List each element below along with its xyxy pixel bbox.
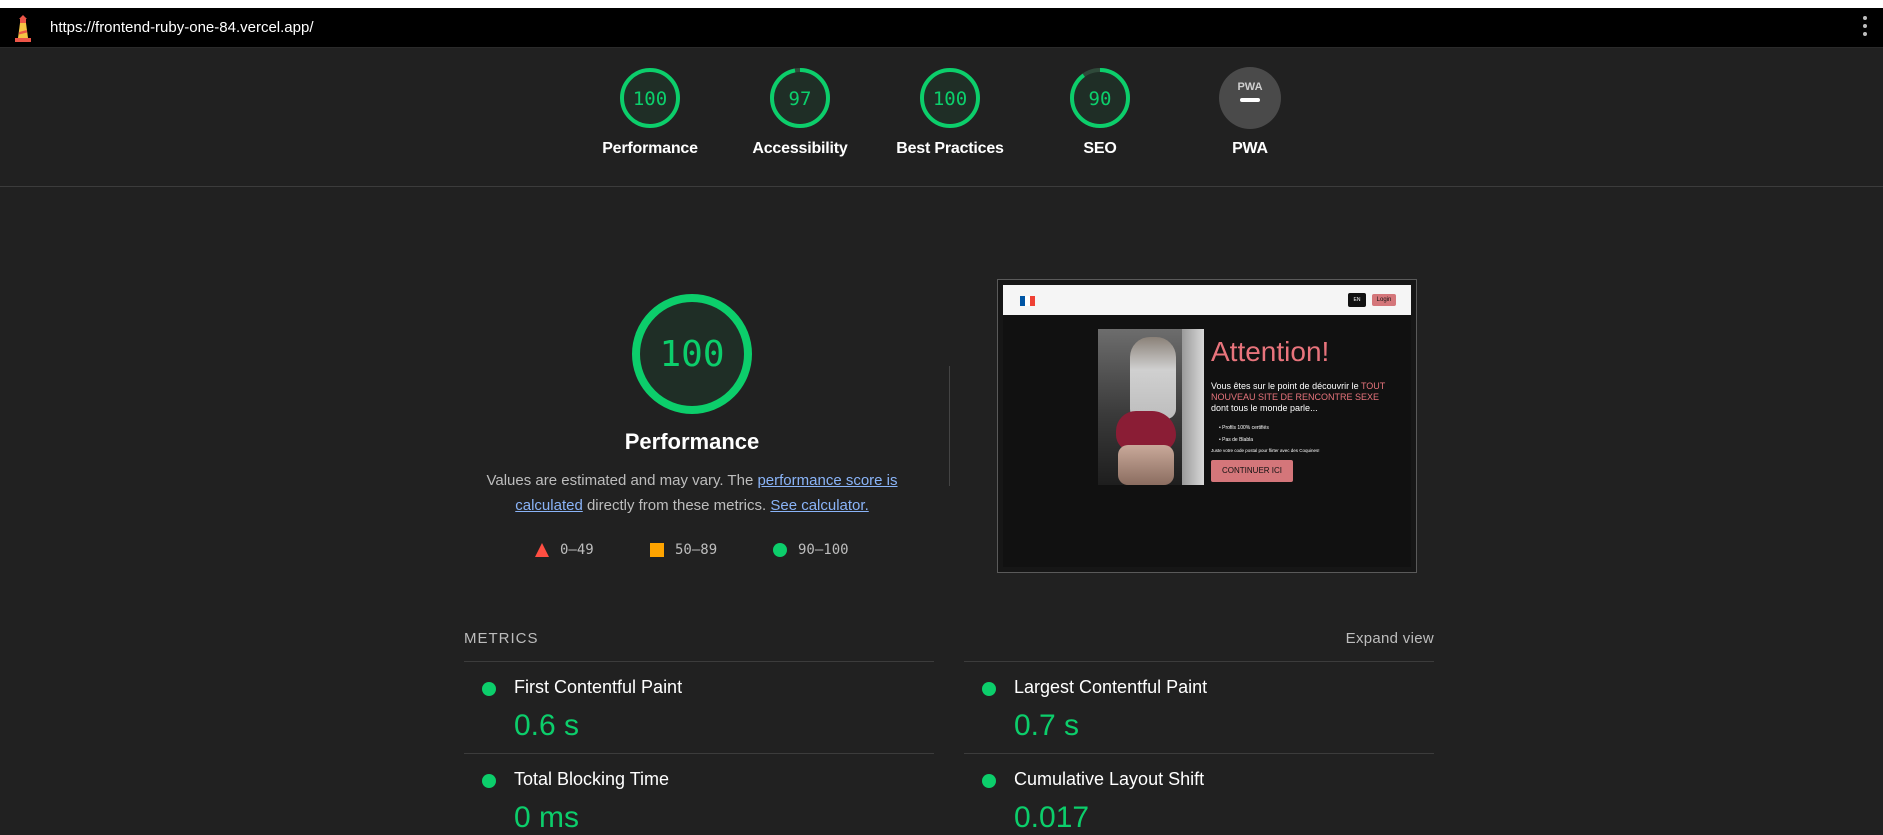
screenshot-small-text: Juste votre code postal pour flirter ave… bbox=[1211, 448, 1320, 453]
svg-text:97: 97 bbox=[789, 88, 812, 110]
legend-pass: 90–100 bbox=[772, 542, 849, 558]
metric-value: 0.7 s bbox=[1014, 709, 1080, 742]
screenshot-bullet: • Profils 100% certifiés bbox=[1219, 425, 1269, 431]
category-summary: 100 Performance 97 Accessibility 100 Bes… bbox=[0, 48, 1883, 187]
pass-circle-icon bbox=[982, 774, 996, 788]
report-topbar: https://frontend-ruby-one-84.vercel.app/ bbox=[0, 8, 1883, 48]
metric-name: Total Blocking Time bbox=[514, 769, 670, 789]
metric-divider bbox=[464, 753, 934, 754]
report-url[interactable]: https://frontend-ruby-one-84.vercel.app/ bbox=[50, 19, 313, 36]
expand-view-toggle[interactable]: Expand view bbox=[1346, 630, 1434, 647]
performance-section: 100 Performance Values are estimated and… bbox=[0, 187, 1883, 587]
metrics-title: METRICS bbox=[464, 630, 539, 647]
legend-average: 50–89 bbox=[649, 542, 717, 558]
svg-text:100: 100 bbox=[659, 334, 724, 375]
performance-description: Values are estimated and may vary. The p… bbox=[486, 472, 898, 514]
metric-divider bbox=[464, 661, 934, 662]
score-gauge-icon: 100 bbox=[620, 68, 680, 128]
screenshot-page: EN Login Attention! Vous êtes sur le poi… bbox=[1003, 285, 1411, 567]
score-gauge-icon: 100 bbox=[920, 68, 980, 128]
gauge-accessibility[interactable]: 97 Accessibility bbox=[730, 66, 870, 158]
pass-circle-icon bbox=[482, 774, 496, 788]
metrics-header: METRICS Expand view bbox=[464, 630, 1434, 650]
gauge-label: SEO bbox=[1083, 140, 1117, 157]
pass-circle-icon bbox=[982, 682, 996, 696]
screenshot-language-button: EN bbox=[1348, 293, 1366, 307]
gauge-label: Best Practices bbox=[896, 140, 1004, 157]
screenshot-login-button: Login bbox=[1372, 294, 1396, 306]
gauge-best-practices[interactable]: 100 Best Practices bbox=[880, 66, 1020, 158]
performance-score-gauge: 100 bbox=[632, 294, 752, 414]
score-gauge-icon: 90 bbox=[1070, 68, 1130, 128]
score-gauge-icon: 97 bbox=[770, 68, 830, 128]
pass-circle-icon bbox=[482, 682, 496, 696]
svg-text:PWA: PWA bbox=[1237, 81, 1262, 93]
gauge-label: PWA bbox=[1232, 140, 1268, 157]
gauge-pwa[interactable]: PWA PWA bbox=[1180, 66, 1320, 158]
svg-text:90: 90 bbox=[1089, 88, 1112, 110]
pwa-badge-icon: PWA bbox=[1219, 67, 1281, 129]
legend-fail: 0–49 bbox=[534, 542, 594, 558]
gauge-label: Performance bbox=[602, 140, 698, 157]
screenshot-navbar: EN Login bbox=[1003, 285, 1411, 315]
gauge-seo[interactable]: 90 SEO bbox=[1030, 66, 1170, 158]
metric-name: Cumulative Layout Shift bbox=[1014, 769, 1205, 789]
screenshot-heading: Attention! bbox=[1211, 336, 1330, 367]
final-screenshot[interactable]: EN Login Attention! Vous êtes sur le poi… bbox=[997, 279, 1417, 573]
metric-value: 0 ms bbox=[514, 801, 580, 834]
metric-divider bbox=[964, 661, 1434, 662]
french-flag-icon bbox=[1020, 296, 1035, 306]
screenshot-paragraph: Vous êtes sur le point de découvrir le T… bbox=[1211, 381, 1386, 413]
screenshot-hero-photo bbox=[1098, 329, 1204, 485]
triangle-icon bbox=[535, 543, 549, 557]
square-icon bbox=[650, 543, 664, 557]
metric-name: Largest Contentful Paint bbox=[1014, 677, 1208, 697]
metric-name: First Contentful Paint bbox=[514, 677, 683, 697]
metric-value: 0.6 s bbox=[514, 709, 580, 742]
see-calculator-link[interactable]: See calculator. bbox=[770, 497, 868, 514]
svg-text:100: 100 bbox=[933, 88, 967, 110]
gauge-label: Accessibility bbox=[752, 140, 848, 157]
window-top-strip bbox=[0, 0, 1883, 8]
svg-text:100: 100 bbox=[633, 88, 667, 110]
lighthouse-icon bbox=[15, 14, 31, 42]
circle-icon bbox=[773, 543, 787, 557]
metric-divider bbox=[964, 753, 1434, 754]
screenshot-cta-button: CONTINUER ICI bbox=[1211, 460, 1293, 482]
section-divider bbox=[949, 366, 950, 486]
performance-title: Performance bbox=[624, 429, 760, 454]
screenshot-bullet: • Pas de Blabla bbox=[1219, 437, 1253, 443]
metric-value: 0.017 bbox=[1014, 801, 1090, 834]
gauge-performance[interactable]: 100 Performance bbox=[580, 66, 720, 158]
kebab-menu-icon[interactable] bbox=[1863, 16, 1869, 36]
